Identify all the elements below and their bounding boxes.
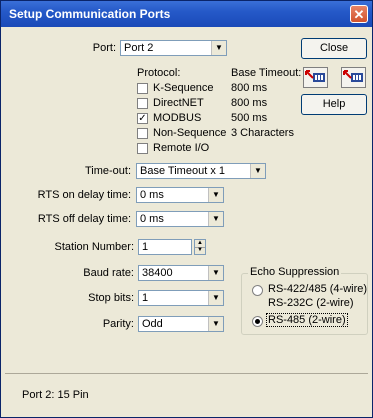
timeout-select[interactable]: Base Timeout x 1 ▼ bbox=[136, 163, 266, 179]
chevron-down-icon[interactable]: ▼ bbox=[208, 317, 223, 331]
title-bar[interactable]: Setup Communication Ports ✕ bbox=[1, 1, 372, 27]
port-select[interactable]: Port 2 ▼ bbox=[120, 40, 227, 56]
echo-suppression-title: Echo Suppression bbox=[248, 266, 342, 278]
rts-on-value: 0 ms bbox=[140, 189, 164, 201]
protocol-name: MODBUS bbox=[153, 112, 202, 124]
base-timeout-header: Base Timeout: bbox=[231, 67, 302, 79]
close-button[interactable]: Close bbox=[301, 38, 367, 59]
k-sequence-checkbox[interactable] bbox=[137, 83, 148, 94]
rts-off-select[interactable]: 0 ms ▼ bbox=[136, 211, 224, 227]
status-bar: Port 2: 15 Pin bbox=[5, 373, 368, 413]
window-title: Setup Communication Ports bbox=[9, 7, 171, 21]
non-sequence-checkbox[interactable] bbox=[137, 128, 148, 139]
echo-option-4wire-label: RS-422/485 (4-wire) bbox=[268, 283, 368, 295]
protocol-timeout: 800 ms bbox=[231, 97, 268, 109]
directnet-checkbox[interactable] bbox=[137, 98, 148, 109]
window-close-icon[interactable]: ✕ bbox=[350, 5, 368, 23]
chevron-down-icon[interactable]: ▼ bbox=[208, 212, 223, 226]
protocol-header: Protocol: bbox=[137, 67, 181, 79]
port-select-value: Port 2 bbox=[124, 42, 154, 54]
parity-select[interactable]: Odd ▼ bbox=[138, 316, 224, 332]
baud-rate-label: Baud rate: bbox=[83, 267, 134, 279]
station-number-label: Station Number: bbox=[54, 241, 134, 253]
parity-value: Odd bbox=[142, 318, 163, 330]
echo-option-rs232-label: RS-232C (2-wire) bbox=[268, 297, 354, 309]
rts-off-label: RTS off delay time: bbox=[37, 213, 131, 225]
rts-off-value: 0 ms bbox=[140, 213, 164, 225]
timeout-label: Time-out: bbox=[84, 165, 131, 177]
chevron-down-icon[interactable]: ▼ bbox=[208, 188, 223, 202]
status-text: Port 2: 15 Pin bbox=[22, 389, 89, 401]
protocol-name: Remote I/O bbox=[153, 142, 210, 154]
baud-rate-value: 38400 bbox=[142, 267, 173, 279]
stop-bits-select[interactable]: 1 ▼ bbox=[138, 290, 224, 306]
cable-right-icon[interactable] bbox=[341, 67, 366, 88]
port-label: Port: bbox=[92, 42, 116, 54]
stop-bits-value: 1 bbox=[142, 292, 149, 304]
timeout-select-value: Base Timeout x 1 bbox=[140, 165, 225, 177]
stop-bits-label: Stop bits: bbox=[88, 292, 134, 304]
protocol-name: K-Sequence bbox=[153, 82, 214, 94]
help-button[interactable]: Help bbox=[301, 94, 367, 115]
chevron-down-icon[interactable]: ▼ bbox=[250, 164, 265, 178]
setup-communication-ports-dialog: Setup Communication Ports ✕ Port: Port 2… bbox=[0, 0, 373, 418]
echo-option-2wire-radio[interactable] bbox=[252, 316, 263, 327]
chevron-down-icon[interactable]: ▼ bbox=[208, 266, 223, 280]
protocol-timeout: 500 ms bbox=[231, 112, 268, 124]
baud-rate-select[interactable]: 38400 ▼ bbox=[138, 265, 224, 281]
protocol-name: DirectNET bbox=[153, 97, 204, 109]
station-number-input[interactable]: 1 bbox=[138, 239, 192, 255]
chevron-down-icon[interactable]: ▼ bbox=[211, 41, 226, 55]
parity-label: Parity: bbox=[102, 318, 134, 330]
rts-on-select[interactable]: 0 ms ▼ bbox=[136, 187, 224, 203]
echo-option-2wire-label: RS-485 (2-wire) bbox=[266, 313, 348, 327]
stepper-down-icon[interactable]: ▼ bbox=[195, 247, 205, 254]
protocol-timeout: 3 Characters bbox=[231, 127, 294, 139]
echo-option-4wire-radio[interactable] bbox=[252, 285, 263, 296]
protocol-name: Non-Sequence bbox=[153, 127, 227, 139]
chevron-down-icon[interactable]: ▼ bbox=[208, 291, 223, 305]
protocol-timeout: 800 ms bbox=[231, 82, 268, 94]
station-number-stepper[interactable]: ▲ ▼ bbox=[194, 239, 206, 255]
modbus-checkbox[interactable]: ✓ bbox=[137, 113, 148, 124]
remote-io-checkbox[interactable] bbox=[137, 143, 148, 154]
cable-left-icon[interactable] bbox=[303, 67, 328, 88]
station-number-value: 1 bbox=[142, 241, 149, 253]
rts-on-label: RTS on delay time: bbox=[37, 189, 131, 201]
